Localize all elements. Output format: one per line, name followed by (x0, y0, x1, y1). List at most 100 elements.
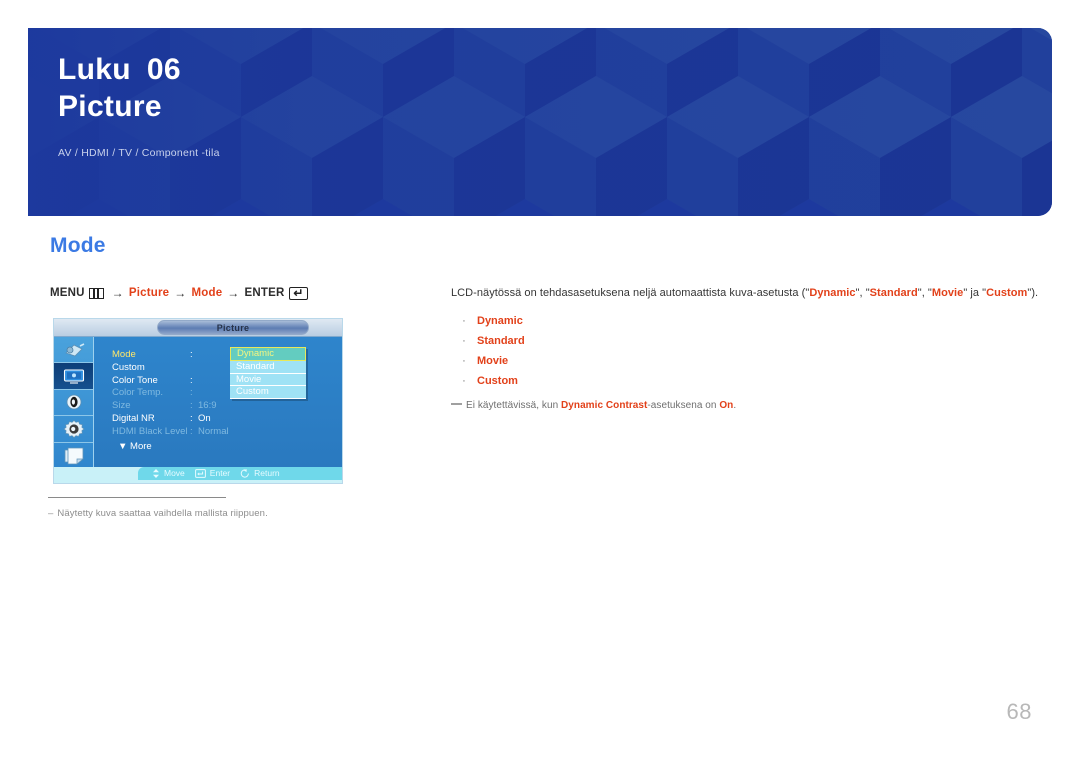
intro-seg: " ja " (963, 287, 987, 299)
return-arrow-icon (240, 469, 250, 478)
menu-path-step-picture: Picture (128, 287, 170, 299)
enter-key-icon: ↵ (289, 285, 309, 300)
setup-gear-icon (62, 419, 85, 438)
osd-row-value: On (198, 412, 211, 424)
osd-row[interactable]: Size:16:9 (112, 400, 336, 413)
osd-row-label: Size (112, 400, 131, 412)
intro-seg: ", " (917, 287, 932, 299)
intro-seg: ", " (855, 287, 870, 299)
osd-row-label: Custom (112, 361, 145, 373)
list-item: · Movie (451, 351, 1033, 371)
osd-more-label: More (130, 440, 152, 452)
menu-grid-icon (88, 287, 104, 299)
osd-footer-bar: Move Enter Return (138, 467, 342, 480)
page-title: Picture (58, 89, 162, 123)
osd-dropdown-option-custom[interactable]: Custom (230, 386, 306, 399)
osd-screenshot: Picture Mode: Custom Color Tone: Color… (53, 318, 343, 484)
bullet-marker: · (462, 314, 466, 327)
note-term-dynamic-contrast: Dynamic Contrast (561, 399, 648, 411)
availability-note: Ei käytettävissä, kun Dynamic Contrast-a… (451, 400, 1033, 411)
osd-footer-enter[interactable]: Enter (194, 467, 231, 480)
bullet-marker: · (462, 374, 466, 387)
right-content-column: LCD-näytössä on tehdasasetuksena neljä a… (451, 286, 1038, 411)
osd-sidebar-item-sound[interactable] (54, 390, 93, 417)
menu-path-menu-label: MENU (50, 287, 85, 299)
menu-path-step-mode: Mode (191, 287, 223, 299)
chapter-line: Luku 06 (58, 52, 1052, 89)
bullet-marker: · (462, 354, 466, 367)
section-heading: Mode (50, 234, 106, 257)
chevron-down-icon: ▼ (118, 440, 128, 452)
path-arrow-1: → (111, 286, 124, 300)
chapter-number: 06 (146, 53, 181, 86)
footnote-dash: – (48, 508, 54, 519)
osd-body: Mode: Custom Color Tone: Color Temp.: Si… (54, 337, 342, 469)
page-number: 68 (1006, 699, 1032, 724)
osd-row-value: 16:9 (198, 400, 217, 412)
intro-term-standard: Standard (869, 287, 918, 299)
document-page: Luku 06 Picture AV / HDMI / TV / Componen… (0, 0, 1080, 763)
multi-control-icon (64, 447, 84, 465)
move-dpad-icon (153, 469, 159, 478)
note-line: Ei käytettävissä, kun Dynamic Contrast-a… (466, 400, 736, 411)
intro-term-dynamic: Dynamic (809, 287, 856, 299)
footnote-text-line: – Näytetty kuva saattaa vaihdella mallist… (48, 508, 348, 519)
intro-seg: "). (1027, 287, 1039, 299)
note-seg: -asetuksena on (647, 399, 720, 411)
intro-paragraph: LCD-näytössä on tehdasasetuksena neljä a… (451, 286, 1038, 302)
intro-seg: LCD-näytössä on tehdasasetuksena neljä a… (451, 287, 810, 299)
osd-sidebar (54, 337, 94, 469)
osd-sidebar-item-input[interactable] (54, 337, 93, 364)
osd-row[interactable]: Digital NR: On (112, 413, 336, 426)
osd-more-row[interactable]: ▼ More (112, 441, 336, 452)
banner-subtitle: AV / HDMI / TV / Component -tila (58, 147, 220, 160)
intro-term-custom: Custom (986, 287, 1028, 299)
note-dash-icon (451, 402, 462, 405)
osd-sidebar-item-setup[interactable] (54, 416, 93, 443)
osd-mode-dropdown[interactable]: Dynamic Standard Movie Custom (230, 347, 306, 399)
osd-row[interactable]: HDMI Black Level: Normal (112, 426, 336, 439)
picture-settings-icon (63, 369, 84, 384)
list-item: · Standard (451, 331, 1033, 351)
path-arrow-3: → (227, 286, 240, 300)
note-seg: . (733, 399, 737, 411)
bullet-label-dynamic: Dynamic (477, 314, 523, 327)
osd-footer-enter-label: Enter (209, 468, 231, 478)
sound-speaker-icon (66, 395, 81, 410)
osd-row-label: Color Temp. (112, 387, 164, 399)
bullet-label-standard: Standard (477, 334, 525, 347)
osd-row-label: Mode (112, 349, 136, 360)
osd-footer-return-label: Return (254, 468, 280, 478)
osd-footer-move-label: Move (164, 468, 185, 478)
list-item: · Dynamic (451, 311, 1033, 331)
list-item: · Custom (451, 371, 1033, 391)
osd-window-title: Picture (157, 320, 309, 335)
menu-path-enter-label: ENTER (244, 287, 285, 299)
bullet-marker: · (462, 334, 466, 347)
osd-dropdown-option-movie[interactable]: Movie (230, 373, 306, 387)
osd-row-label: HDMI Black Level (112, 425, 188, 437)
mode-bullet-list: · Dynamic · Standard · Movie · Custom (451, 311, 1033, 391)
intro-term-movie: Movie (931, 287, 964, 299)
osd-sidebar-item-multicontrol[interactable] (54, 443, 93, 469)
osd-sidebar-item-picture[interactable] (54, 363, 93, 390)
enter-key-glyph: ↵ (293, 285, 304, 300)
path-arrow-2: → (174, 286, 187, 300)
osd-dropdown-option-dynamic[interactable]: Dynamic (230, 347, 306, 361)
bullet-label-movie: Movie (477, 354, 509, 367)
enter-key-icon (194, 469, 206, 478)
image-footnote: – Näytetty kuva saattaa vaihdella mallist… (48, 497, 348, 519)
osd-footer-move[interactable]: Move (152, 467, 185, 480)
bullet-label-custom: Custom (477, 374, 518, 387)
osd-row-label: Color Tone (112, 374, 158, 386)
osd-row-value: Normal (198, 425, 229, 437)
footnote-text: Näytetty kuva saattaa vaihdella mallista… (57, 508, 268, 519)
note-term-on: On (719, 399, 734, 411)
osd-footer-return[interactable]: Return (240, 467, 280, 480)
menu-path-breadcrumb: MENU → Picture → Mode → ENTER ↵ (50, 285, 309, 300)
input-source-icon (64, 342, 84, 357)
osd-dropdown-option-standard[interactable]: Standard (230, 361, 306, 374)
footnote-divider (48, 497, 226, 498)
note-seg: Ei käytettävissä, kun (466, 399, 562, 411)
osd-row-label: Digital NR (112, 412, 155, 424)
